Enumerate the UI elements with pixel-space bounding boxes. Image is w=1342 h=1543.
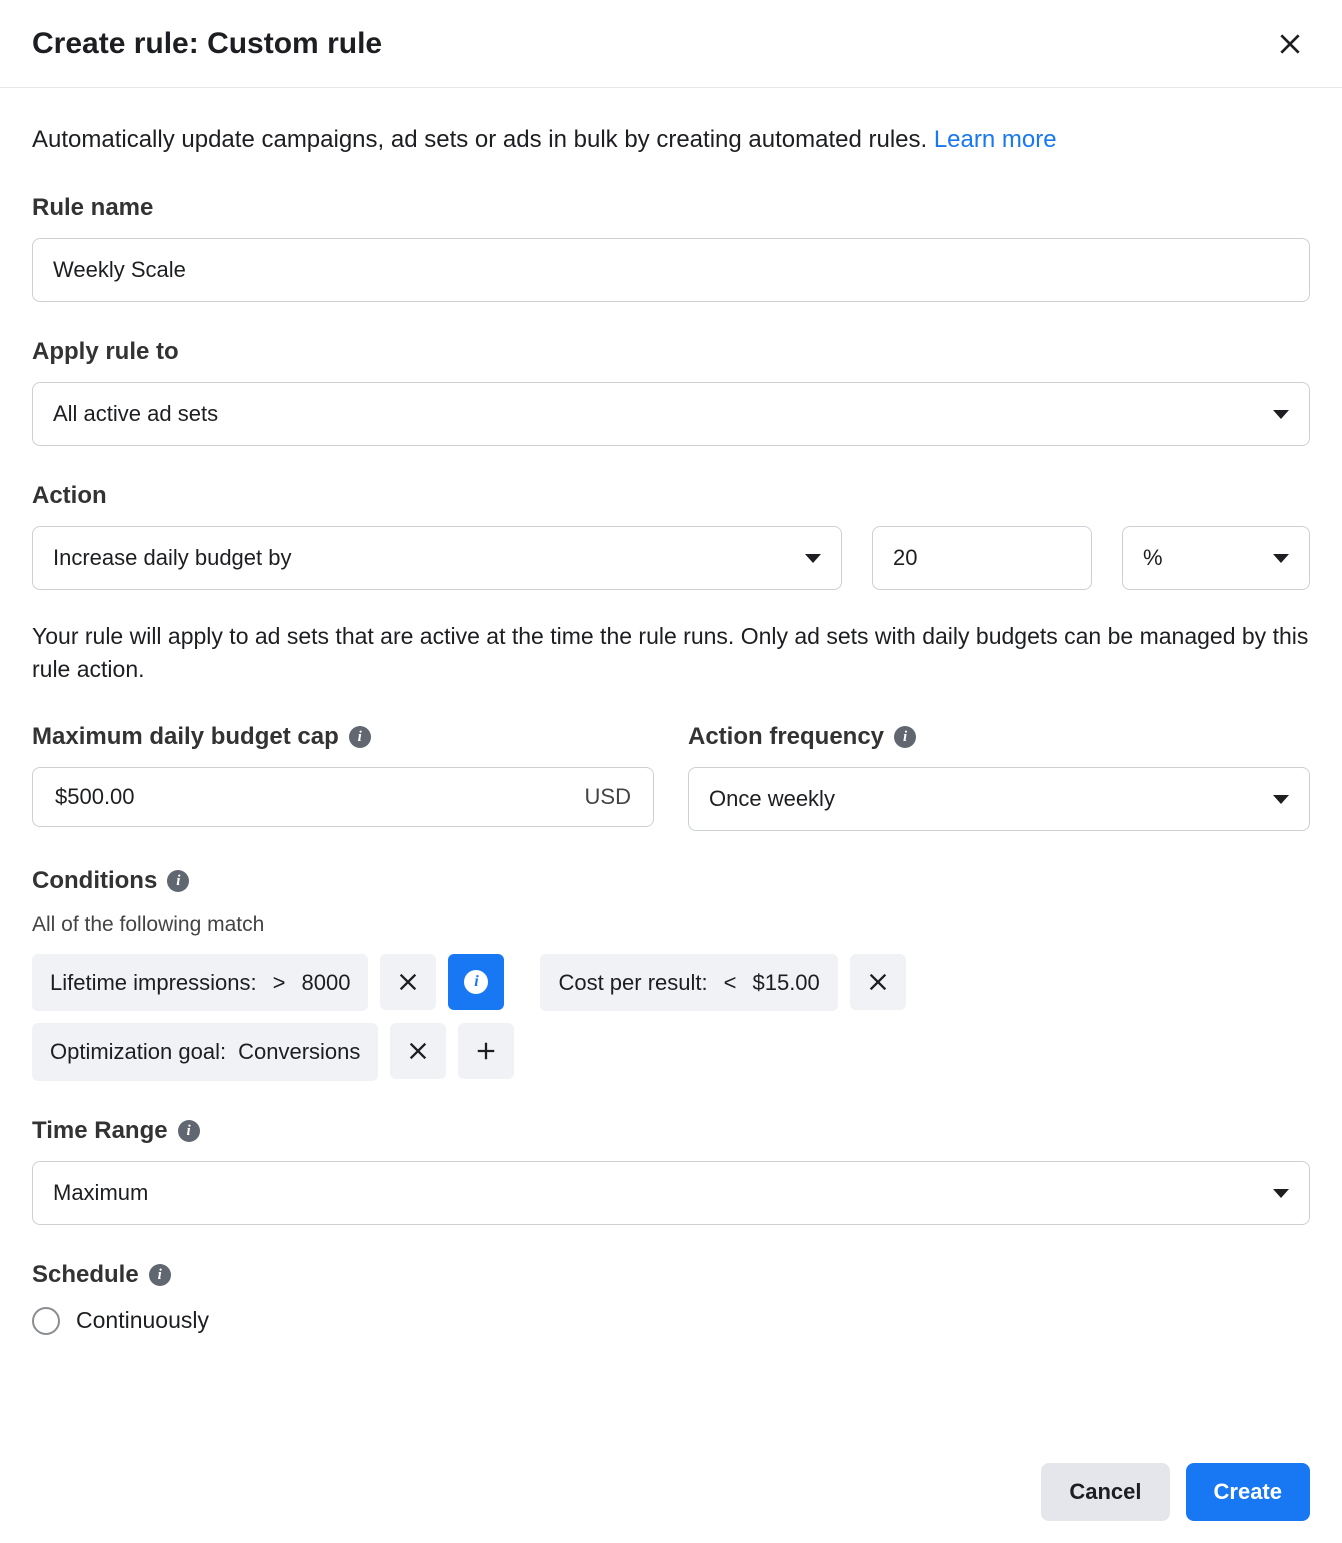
radio-button[interactable] [32,1307,60,1335]
budget-cap-currency: USD [585,782,631,812]
info-icon[interactable]: i [149,1264,171,1286]
remove-condition-button[interactable] [380,954,436,1010]
action-amount-input[interactable]: 20 [872,526,1092,590]
intro-text-content: Automatically update campaigns, ad sets … [32,126,934,153]
time-range-section: Time Range i Maximum [32,1115,1310,1225]
condition-metric: Lifetime impressions: [50,968,257,998]
budget-frequency-row: Maximum daily budget cap i $500.00 USD A… [32,721,1310,831]
close-icon [867,971,889,993]
action-section: Action Increase daily budget by 20 % You… [32,480,1310,687]
info-icon[interactable]: i [178,1120,200,1142]
condition-chip[interactable]: Cost per result: < $15.00 [540,954,837,1012]
conditions-row-1: Lifetime impressions: > 8000 i Cost per … [32,954,1310,1012]
budget-cap-label-text: Maximum daily budget cap [32,721,339,753]
schedule-option-label: Continuously [76,1305,209,1336]
frequency-section: Action frequency i Once weekly [688,721,1310,831]
action-help-text: Your rule will apply to ad sets that are… [32,620,1310,687]
chevron-down-icon [1273,410,1289,419]
frequency-value: Once weekly [709,784,835,814]
close-icon [1277,31,1303,57]
rule-name-label: Rule name [32,192,1310,224]
condition-op: > [273,968,286,998]
action-label: Action [32,480,1310,512]
dialog-footer: Cancel Create [0,1441,1342,1543]
chevron-down-icon [1273,554,1289,563]
action-value-text: Increase daily budget by [53,543,292,573]
chevron-down-icon [805,554,821,563]
schedule-label: Schedule i [32,1259,1310,1291]
info-icon: i [464,970,488,994]
cancel-button[interactable]: Cancel [1041,1463,1169,1521]
apply-to-select[interactable]: All active ad sets [32,382,1310,446]
chevron-down-icon [1273,1189,1289,1198]
time-range-select[interactable]: Maximum [32,1161,1310,1225]
rule-name-value: Weekly Scale [53,255,186,285]
budget-cap-label: Maximum daily budget cap i [32,721,654,753]
apply-to-label: Apply rule to [32,336,1310,368]
frequency-label: Action frequency i [688,721,1310,753]
frequency-select[interactable]: Once weekly [688,767,1310,831]
budget-cap-value: $500.00 [55,782,585,812]
plus-icon [475,1040,497,1062]
condition-chip[interactable]: Optimization goal: Conversions [32,1023,378,1081]
condition-metric: Cost per result: [558,968,707,998]
action-unit-value: % [1143,543,1163,573]
schedule-section: Schedule i Continuously [32,1259,1310,1336]
rule-name-section: Rule name Weekly Scale [32,192,1310,302]
dialog-body: Automatically update campaigns, ad sets … [0,88,1342,1357]
schedule-option-row[interactable]: Continuously [32,1305,1310,1336]
close-icon [407,1040,429,1062]
dialog-header: Create rule: Custom rule [0,0,1342,88]
conditions-section: Conditions i All of the following match … [32,865,1310,1081]
condition-op: < [724,968,737,998]
schedule-label-text: Schedule [32,1259,139,1291]
conditions-subtext: All of the following match [32,911,1310,939]
info-icon[interactable]: i [349,726,371,748]
condition-value: 8000 [302,968,351,998]
apply-to-section: Apply rule to All active ad sets [32,336,1310,446]
condition-chip[interactable]: Lifetime impressions: > 8000 [32,954,368,1012]
action-select[interactable]: Increase daily budget by [32,526,842,590]
add-condition-button[interactable] [458,1023,514,1079]
time-range-value: Maximum [53,1178,148,1208]
condition-info-button[interactable]: i [448,954,504,1010]
conditions-label-text: Conditions [32,865,157,897]
create-rule-dialog: Create rule: Custom rule Automatically u… [0,0,1342,1543]
condition-metric: Optimization goal: [50,1037,226,1067]
condition-value: $15.00 [752,968,819,998]
budget-cap-section: Maximum daily budget cap i $500.00 USD [32,721,654,831]
close-button[interactable] [1270,24,1310,64]
remove-condition-button[interactable] [850,954,906,1010]
close-icon [397,971,419,993]
conditions-label: Conditions i [32,865,1310,897]
info-icon[interactable]: i [167,870,189,892]
create-button[interactable]: Create [1186,1463,1310,1521]
dialog-title: Create rule: Custom rule [32,24,382,65]
budget-cap-input[interactable]: $500.00 USD [32,767,654,827]
remove-condition-button[interactable] [390,1023,446,1079]
time-range-label: Time Range i [32,1115,1310,1147]
rule-name-input[interactable]: Weekly Scale [32,238,1310,302]
spacer [516,954,528,1012]
chevron-down-icon [1273,795,1289,804]
learn-more-link[interactable]: Learn more [934,126,1057,153]
action-unit-select[interactable]: % [1122,526,1310,590]
apply-to-value: All active ad sets [53,399,218,429]
intro-text: Automatically update campaigns, ad sets … [32,124,1310,156]
conditions-row-2: Optimization goal: Conversions [32,1023,1310,1081]
condition-value: Conversions [238,1037,360,1067]
frequency-label-text: Action frequency [688,721,884,753]
time-range-label-text: Time Range [32,1115,168,1147]
action-amount-value: 20 [893,543,917,573]
info-icon[interactable]: i [894,726,916,748]
